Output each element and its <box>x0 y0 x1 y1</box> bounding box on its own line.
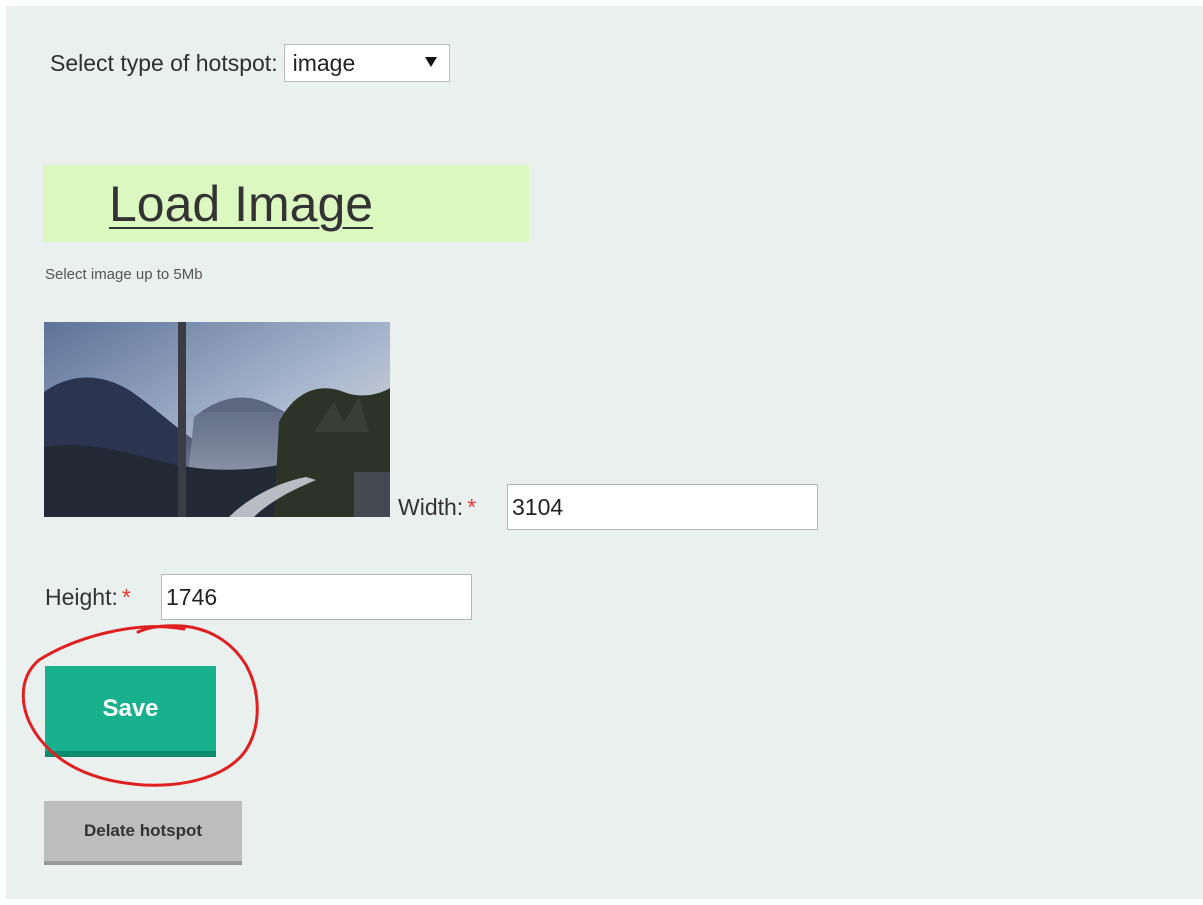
required-marker: * <box>121 584 131 610</box>
width-label: Width: * <box>398 494 476 521</box>
landscape-photo-icon <box>44 322 390 517</box>
hotspot-type-row: Select type of hotspot: image <box>50 42 450 84</box>
height-input[interactable] <box>161 574 472 620</box>
dropdown-arrow-icon <box>424 57 437 67</box>
height-label: Height: * <box>45 584 131 611</box>
hotspot-type-label: Select type of hotspot: <box>50 49 278 76</box>
height-label-text: Height: <box>45 584 118 610</box>
hotspot-type-selected-value: image <box>292 49 356 76</box>
delete-hotspot-button[interactable]: Delate hotspot <box>44 801 242 865</box>
load-image-area[interactable]: Load Image <box>43 165 529 242</box>
save-button[interactable]: Save <box>45 666 216 757</box>
width-input[interactable] <box>507 484 818 530</box>
image-size-hint: Select image up to 5Mb <box>45 266 203 283</box>
width-label-text: Width: <box>398 494 464 520</box>
required-marker: * <box>467 494 477 520</box>
image-preview <box>44 322 390 517</box>
load-image-link[interactable]: Load Image <box>109 175 373 233</box>
hotspot-type-select[interactable]: image <box>283 44 450 82</box>
